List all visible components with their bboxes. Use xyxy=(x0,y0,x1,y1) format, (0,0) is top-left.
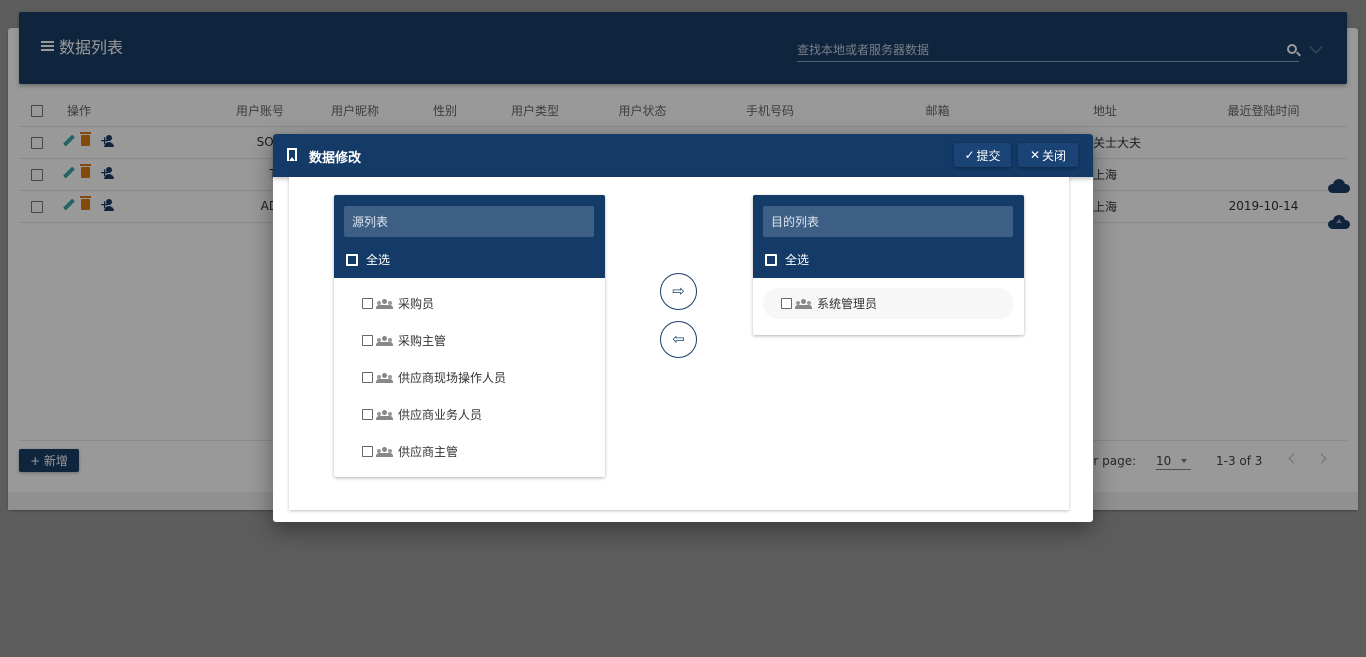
item-checkbox[interactable] xyxy=(362,446,373,457)
target-list: 系统管理员 xyxy=(753,278,1024,335)
group-icon xyxy=(376,335,393,346)
group-icon xyxy=(376,409,393,420)
source-select-all-checkbox[interactable] xyxy=(346,253,358,266)
close-label: 关闭 xyxy=(1042,148,1067,163)
dialog-body: 全选 采购员 采购主管 供应商现场操作人员 供应商业务人员 供应商主管 ⇨ ⇦ xyxy=(289,177,1069,510)
item-label: 供应商现场操作人员 xyxy=(398,371,507,385)
list-item[interactable]: 采购主管 xyxy=(344,325,595,356)
item-checkbox[interactable] xyxy=(362,298,373,309)
item-label: 供应商业务人员 xyxy=(398,408,483,422)
list-item[interactable]: 供应商业务人员 xyxy=(344,399,595,430)
arrow-left-icon: ⇦ xyxy=(672,330,685,348)
target-list-panel: 全选 系统管理员 xyxy=(753,195,1024,335)
target-select-all-checkbox[interactable] xyxy=(765,253,777,266)
item-label: 供应商主管 xyxy=(398,445,459,459)
item-label: 系统管理员 xyxy=(817,297,878,311)
source-list: 采购员 采购主管 供应商现场操作人员 供应商业务人员 供应商主管 xyxy=(334,278,605,477)
move-right-button[interactable]: ⇨ xyxy=(660,273,697,310)
target-select-all-label: 全选 xyxy=(785,253,810,267)
dialog-title: 数据修改 xyxy=(309,151,362,166)
submit-button[interactable]: ✓ 提交 xyxy=(954,143,1011,167)
close-icon: ✕ xyxy=(1029,148,1041,162)
group-icon xyxy=(376,446,393,457)
item-label: 采购员 xyxy=(398,297,435,311)
bookmark-icon xyxy=(287,148,297,161)
source-list-panel: 全选 采购员 采购主管 供应商现场操作人员 供应商业务人员 供应商主管 xyxy=(334,195,605,477)
dialog-header: 数据修改 ✓ 提交 ✕ 关闭 xyxy=(273,134,1093,177)
source-filter-input[interactable] xyxy=(344,206,594,237)
arrow-right-icon: ⇨ xyxy=(672,282,685,300)
item-checkbox[interactable] xyxy=(362,372,373,383)
item-checkbox[interactable] xyxy=(362,335,373,346)
group-icon xyxy=(795,298,812,309)
item-checkbox[interactable] xyxy=(362,409,373,420)
group-icon xyxy=(376,298,393,309)
target-select-all[interactable]: 全选 xyxy=(765,251,809,268)
move-left-button[interactable]: ⇦ xyxy=(660,321,697,358)
list-item[interactable]: 供应商现场操作人员 xyxy=(344,362,595,393)
source-list-header: 全选 xyxy=(334,195,605,278)
group-icon xyxy=(376,372,393,383)
list-item[interactable]: 采购员 xyxy=(344,288,595,319)
list-item[interactable]: 系统管理员 xyxy=(763,288,1014,319)
edit-dialog: 数据修改 ✓提交 ✕关闭 全选 采购员 采购主管 供应商现场操作人员 供应商业务… xyxy=(273,134,1093,522)
item-checkbox[interactable] xyxy=(781,298,792,309)
list-item[interactable]: 供应商主管 xyxy=(344,436,595,467)
check-icon: ✓ xyxy=(964,148,975,162)
target-list-header: 全选 xyxy=(753,195,1024,278)
source-select-all-label: 全选 xyxy=(366,253,391,267)
item-label: 采购主管 xyxy=(398,334,447,348)
submit-label: 提交 xyxy=(976,148,1001,163)
source-select-all[interactable]: 全选 xyxy=(346,251,390,268)
close-button[interactable]: ✕ 关闭 xyxy=(1018,143,1078,167)
target-filter-input[interactable] xyxy=(763,206,1013,237)
